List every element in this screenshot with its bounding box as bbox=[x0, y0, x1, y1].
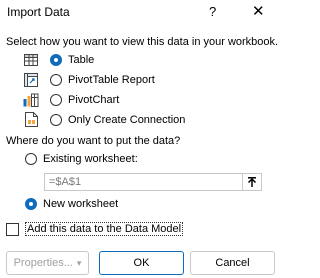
new-worksheet-option[interactable]: New worksheet bbox=[25, 196, 118, 212]
ok-button[interactable]: OK bbox=[99, 251, 184, 275]
table-radio[interactable] bbox=[50, 54, 62, 66]
pivottable-icon bbox=[24, 73, 38, 90]
existing-worksheet-label: Existing worksheet: bbox=[43, 153, 138, 165]
close-button[interactable]: ✕ bbox=[252, 2, 265, 20]
collapse-dialog-icon[interactable] bbox=[242, 174, 261, 190]
pivottable-option-label: PivotTable Report bbox=[68, 74, 155, 86]
pivotchart-option-label: PivotChart bbox=[68, 94, 120, 106]
cancel-button-label: Cancel bbox=[215, 257, 250, 269]
existing-worksheet-radio[interactable] bbox=[25, 153, 37, 165]
existing-worksheet-option[interactable]: Existing worksheet: bbox=[25, 151, 138, 167]
pivotchart-icon bbox=[23, 93, 39, 110]
new-worksheet-radio[interactable] bbox=[25, 198, 37, 210]
data-model-checkbox[interactable] bbox=[6, 222, 19, 236]
pivottable-radio[interactable] bbox=[50, 74, 62, 86]
data-model-option[interactable]: Add this data to the Data Model bbox=[6, 222, 184, 236]
new-worksheet-label: New worksheet bbox=[43, 198, 119, 210]
cancel-button[interactable]: Cancel bbox=[190, 251, 275, 275]
reference-value: =$A$1 bbox=[49, 176, 82, 188]
dialog-title: Import Data bbox=[7, 5, 70, 19]
connection-radio[interactable] bbox=[50, 114, 62, 126]
properties-button[interactable]: Properties... ▾ bbox=[6, 251, 89, 275]
connection-option-label: Only Create Connection bbox=[68, 114, 186, 126]
view-prompt: Select how you want to view this data in… bbox=[6, 36, 279, 48]
help-button[interactable]: ? bbox=[209, 4, 216, 19]
location-prompt: Where do you want to put the data? bbox=[6, 135, 181, 147]
dialog-titlebar: Import Data ? ✕ bbox=[0, 0, 279, 30]
connection-icon bbox=[25, 112, 38, 130]
ok-button-label: OK bbox=[133, 257, 150, 269]
reference-input[interactable]: =$A$1 bbox=[44, 173, 262, 191]
table-option-label: Table bbox=[68, 54, 95, 66]
pivotchart-option[interactable]: PivotChart bbox=[50, 92, 119, 108]
data-model-label: Add this data to the Data Model bbox=[25, 222, 184, 236]
pivotchart-radio[interactable] bbox=[50, 94, 62, 106]
table-icon bbox=[24, 54, 38, 69]
properties-button-label: Properties... bbox=[13, 257, 73, 269]
pivottable-option[interactable]: PivotTable Report bbox=[50, 72, 155, 88]
table-option[interactable]: Table bbox=[50, 52, 94, 68]
connection-option[interactable]: Only Create Connection bbox=[50, 112, 185, 128]
chevron-down-icon: ▾ bbox=[76, 257, 82, 268]
